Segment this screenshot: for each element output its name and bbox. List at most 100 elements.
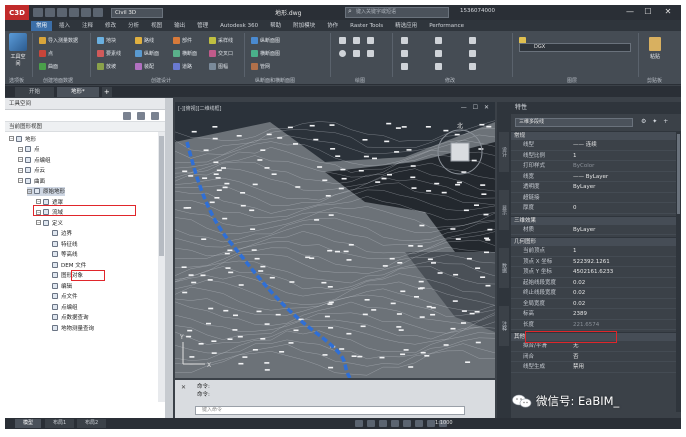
save-icon[interactable] (57, 8, 67, 17)
tree-item[interactable]: 特征线 (45, 239, 78, 248)
toolspace-settings-icon[interactable] (137, 112, 145, 120)
import-survey-button[interactable]: 导入测量数据 (39, 37, 78, 44)
toolspace-help-icon[interactable] (151, 112, 159, 120)
property-row[interactable]: 起始线段宽度 0.02 (511, 278, 681, 288)
property-row[interactable]: 厚度 0 (511, 203, 681, 214)
profile-button[interactable]: 纵断面 (135, 50, 159, 57)
array-tool[interactable] (469, 63, 476, 70)
command-close-icon[interactable]: ✕ (181, 384, 186, 391)
new-icon[interactable] (33, 8, 43, 17)
ribbon-tab[interactable]: 视图 (146, 21, 167, 31)
corridor-button[interactable]: 道路 (173, 63, 192, 70)
expand-toggle-icon[interactable]: − (36, 220, 41, 225)
feature-line-button[interactable]: 要素线 (97, 50, 121, 57)
property-row[interactable]: 当前顶点 1 (511, 246, 681, 257)
profile-view-button[interactable]: 纵断面图 (251, 37, 280, 44)
property-value[interactable]: 221.6574 (573, 320, 681, 330)
undo-icon[interactable] (81, 8, 91, 17)
user-account[interactable]: 1536074000 (460, 8, 495, 14)
tree-item[interactable]: 编辑 (45, 281, 72, 290)
hatch-tool[interactable] (367, 50, 374, 57)
toolspace-scrollbar[interactable] (158, 132, 165, 402)
expand-toggle-icon[interactable]: − (18, 146, 23, 152)
expand-toggle-icon[interactable]: − (36, 199, 41, 204)
property-group[interactable]: 三维效果 (511, 215, 681, 225)
ribbon-tab[interactable]: 分析 (123, 21, 144, 31)
tree-item[interactable]: 点编组 (45, 302, 78, 311)
paste-button[interactable]: 粘贴 (649, 37, 661, 60)
section-view-button[interactable]: 横断面图 (251, 50, 280, 57)
property-group[interactable]: 几何图形 (511, 237, 681, 246)
tree-item[interactable]: − 原始地形 (27, 186, 66, 196)
grading-button[interactable]: 放坡 (97, 63, 116, 70)
alignment-button[interactable]: 路线 (135, 37, 154, 44)
assembly-button[interactable]: 装配 (135, 63, 154, 70)
property-value[interactable]: 0.02 (573, 278, 681, 288)
properties-tools[interactable]: ⚙ ✦ + (641, 118, 670, 125)
tree-item[interactable]: 点数据查询 (45, 313, 89, 322)
app-menu-button[interactable]: C3D (5, 5, 29, 20)
property-value[interactable]: 522392.1261 (573, 257, 681, 267)
intersection-button[interactable]: 交叉口 (209, 50, 233, 57)
property-value[interactable]: —— ByLayer (573, 172, 681, 182)
pipe-network-button[interactable]: 管网 (251, 63, 270, 70)
move-tool[interactable] (401, 37, 408, 44)
print-icon[interactable] (69, 8, 79, 17)
tree-item[interactable]: 点文件 (45, 292, 78, 301)
drawing-viewport[interactable]: [-][俯视][二维线框] — ☐ ✕ 北 X Y (175, 102, 495, 378)
trim-tool[interactable] (469, 37, 476, 44)
new-tab-button[interactable]: + (101, 87, 112, 97)
subassembly-button[interactable]: 部件 (173, 37, 192, 44)
property-row[interactable]: 透明度 ByLayer (511, 182, 681, 193)
property-row[interactable]: 长度 221.6574 (511, 320, 681, 330)
property-row[interactable]: 顶点 X 坐标 522392.1261 (511, 257, 681, 267)
expand-toggle-icon[interactable]: − (18, 178, 23, 183)
expand-toggle-icon[interactable]: − (18, 167, 23, 173)
sample-lines-button[interactable]: 采样线 (209, 37, 233, 44)
arc-tool[interactable] (367, 37, 374, 44)
scale-tool[interactable] (435, 63, 442, 70)
toolspace-view-icon[interactable] (123, 112, 131, 120)
property-row[interactable]: 闭合 否 (511, 352, 681, 362)
property-row[interactable]: 标高 2389 (511, 309, 681, 320)
ribbon-tab[interactable]: 管理 (192, 21, 213, 31)
ribbon-tab[interactable]: Autodesk 360 (215, 21, 263, 31)
ribbon-tab[interactable]: 修改 (100, 21, 121, 31)
property-row[interactable]: 终止线段宽度 0.02 (511, 288, 681, 299)
polyline-tool[interactable] (353, 37, 360, 44)
tree-item[interactable]: DEM 文件 (45, 260, 86, 269)
property-row[interactable]: 线型生成 禁用 (511, 362, 681, 373)
minimize-button[interactable]: — (623, 6, 637, 18)
grid-toggle-icon[interactable] (355, 420, 363, 427)
copy-tool[interactable] (401, 50, 408, 57)
snap-toggle-icon[interactable] (367, 420, 375, 427)
ortho-toggle-icon[interactable] (379, 420, 387, 427)
property-value[interactable]: —— 连续 (573, 140, 681, 150)
tree-item[interactable]: 等高线 (45, 250, 78, 259)
points-button[interactable]: 点 (39, 50, 53, 57)
props-scroll-thumb[interactable] (677, 134, 680, 214)
search-input[interactable]: 键入关键字或短语 (345, 7, 449, 18)
osnap-toggle-icon[interactable] (403, 420, 411, 427)
properties-scrollbar[interactable] (676, 132, 681, 412)
property-value[interactable]: 1 (573, 246, 681, 256)
layer-dropdown[interactable]: DGX (519, 43, 631, 52)
ribbon-tab[interactable]: Raster Tools (345, 21, 388, 31)
tree-item[interactable]: − 定义 (36, 218, 63, 227)
doc-tab-terrain[interactable]: 地形* (57, 87, 99, 97)
layout-tab-1[interactable]: 布局1 (45, 419, 75, 428)
selection-dropdown[interactable]: 三维多段线 (515, 118, 633, 127)
side-tab-annotate[interactable]: 注释 (499, 306, 509, 346)
surfaces-button[interactable]: 曲面 (39, 63, 58, 70)
ribbon-tab[interactable]: 帮助 (265, 21, 286, 31)
property-row[interactable]: 线宽 —— ByLayer (511, 172, 681, 182)
annotation-icon[interactable] (415, 420, 423, 427)
property-value[interactable]: 0 (573, 203, 681, 213)
stretch-tool[interactable] (401, 63, 408, 70)
expand-toggle-icon[interactable]: − (9, 136, 14, 141)
property-value[interactable]: ByColor (573, 161, 681, 171)
ribbon-tab[interactable]: 协作 (322, 21, 343, 31)
toolspace-view-dropdown[interactable]: 当前图形视图 (5, 122, 165, 132)
mirror-tool[interactable] (435, 50, 442, 57)
annotation-scale[interactable]: 1:1000 (435, 420, 453, 426)
